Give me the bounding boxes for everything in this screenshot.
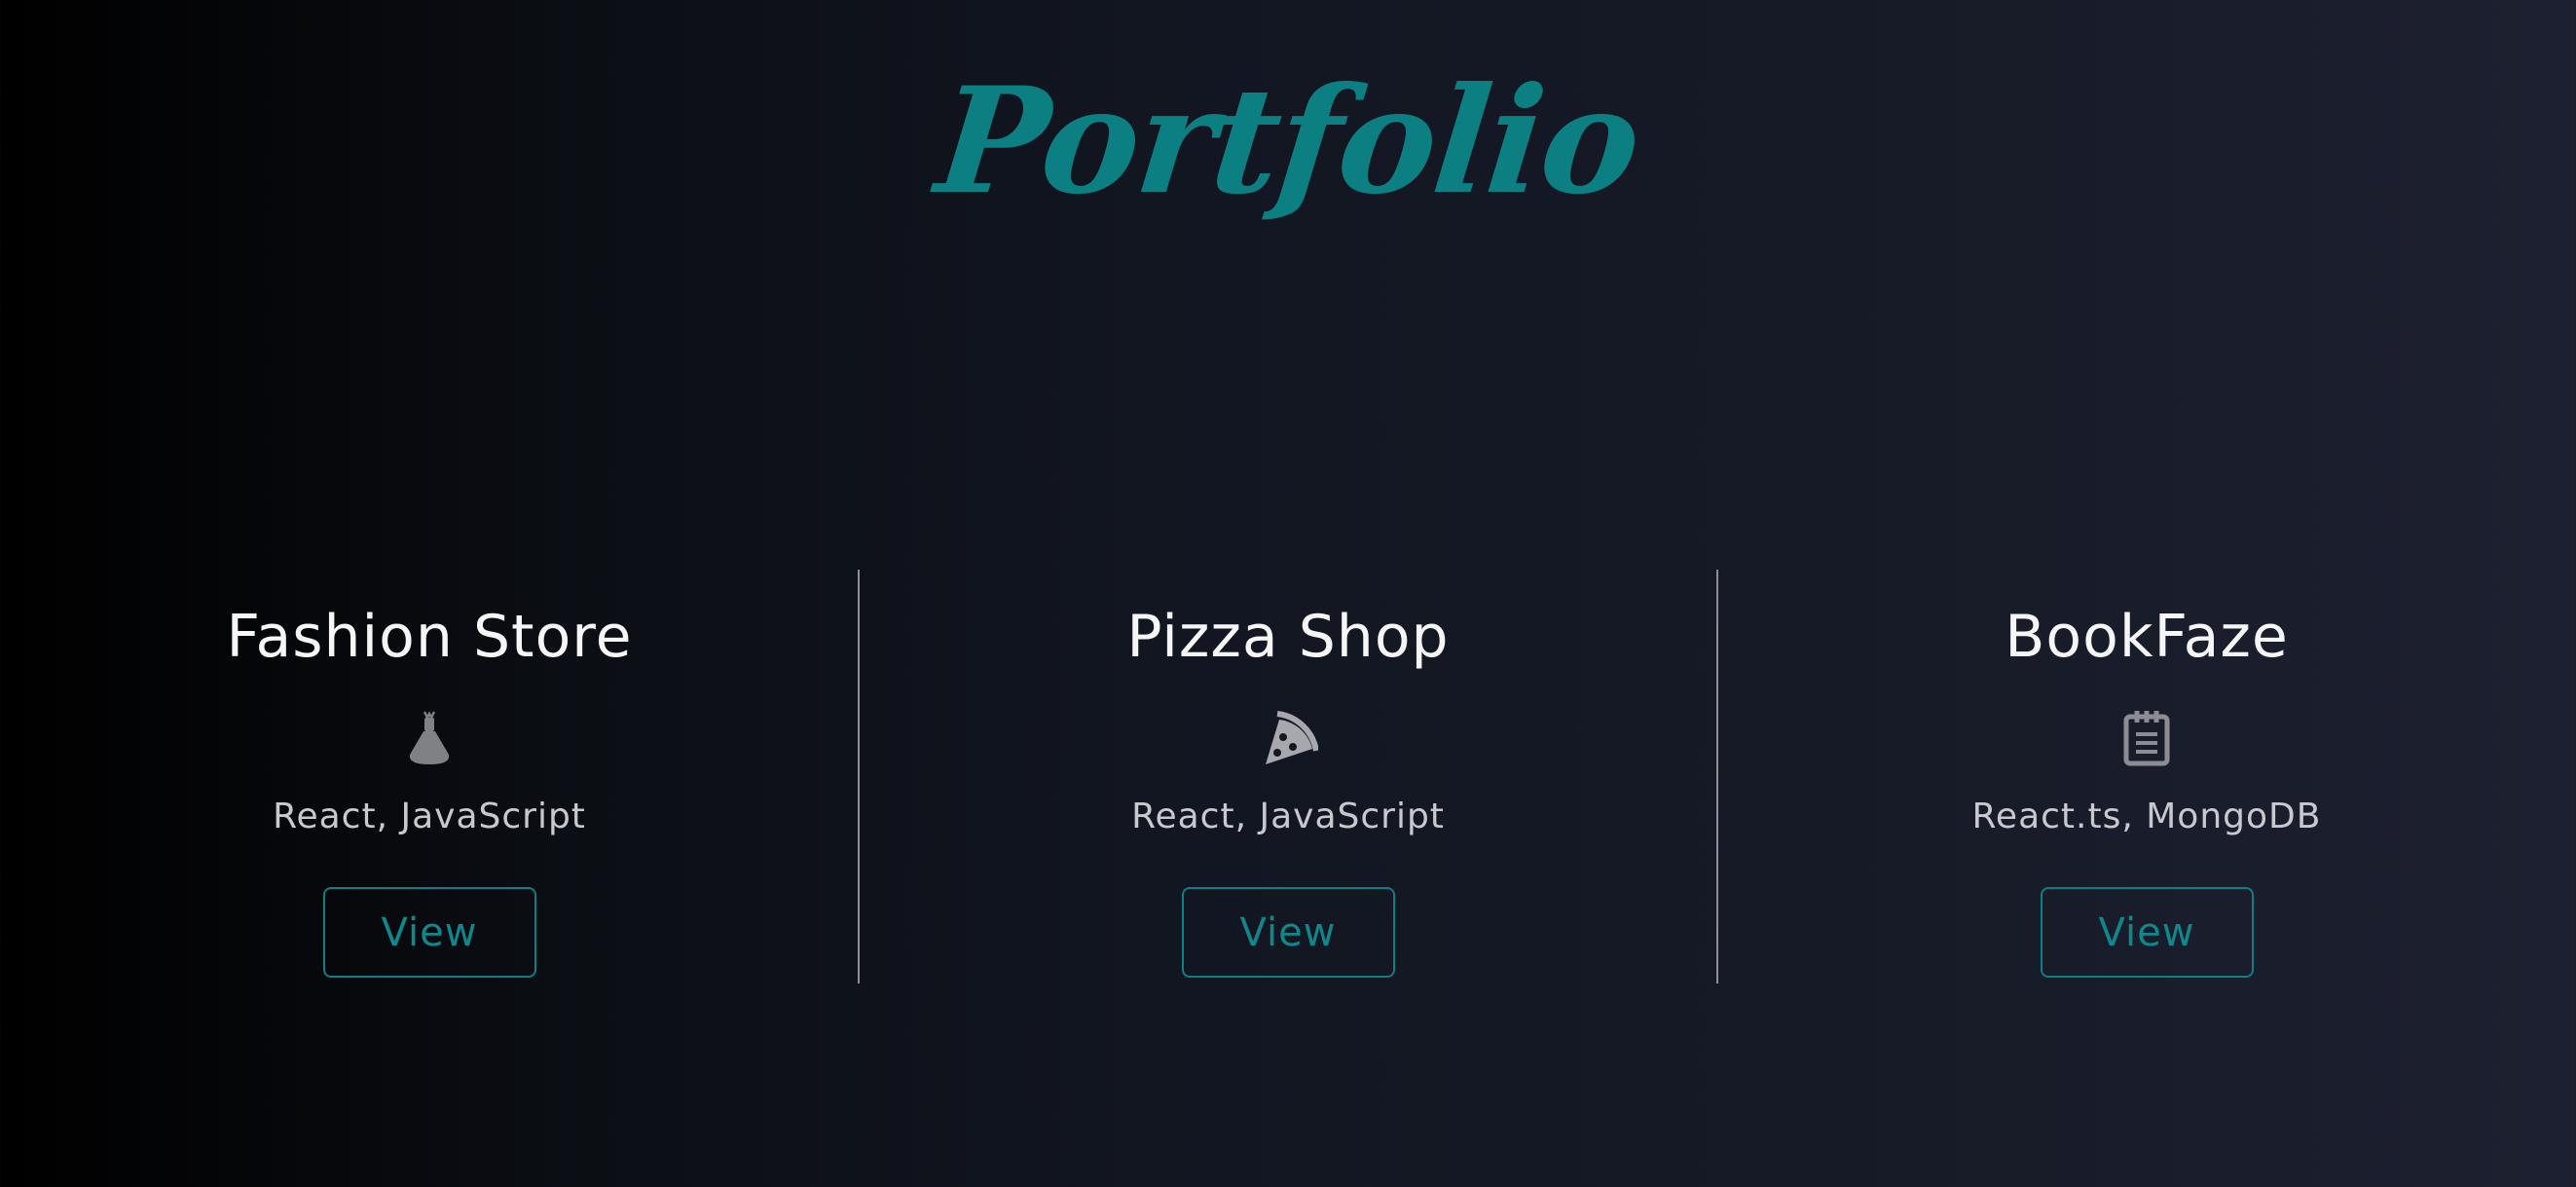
view-bookfaze-button[interactable]: View: [2040, 887, 2254, 978]
column-divider: [1716, 570, 1718, 983]
project-title: BookFaze: [2005, 603, 2289, 671]
dress-icon: [395, 704, 463, 772]
project-title: Fashion Store: [226, 603, 633, 671]
project-card-pizza-shop: Pizza Shop React, JavaScript View: [858, 570, 1717, 983]
project-tech-stack: React, JavaScript: [1131, 797, 1445, 836]
column-divider: [858, 570, 860, 983]
view-pizza-shop-button[interactable]: View: [1181, 887, 1395, 978]
project-card-bookfaze: BookFaze React.ts, MongoDB View: [1716, 570, 2576, 983]
page-title: Portfolio: [929, 56, 1647, 227]
project-card-fashion-store: Fashion Store React, JavaScript View: [0, 570, 859, 983]
pizza-slice-icon: [1254, 704, 1322, 772]
portfolio-project-list: Fashion Store React, JavaScript View Piz…: [0, 570, 2576, 983]
view-fashion-store-button[interactable]: View: [322, 887, 536, 978]
project-title: Pizza Shop: [1126, 603, 1450, 671]
project-tech-stack: React, JavaScript: [273, 797, 586, 836]
project-tech-stack: React.ts, MongoDB: [1971, 797, 2322, 836]
notepad-icon: [2113, 704, 2181, 772]
